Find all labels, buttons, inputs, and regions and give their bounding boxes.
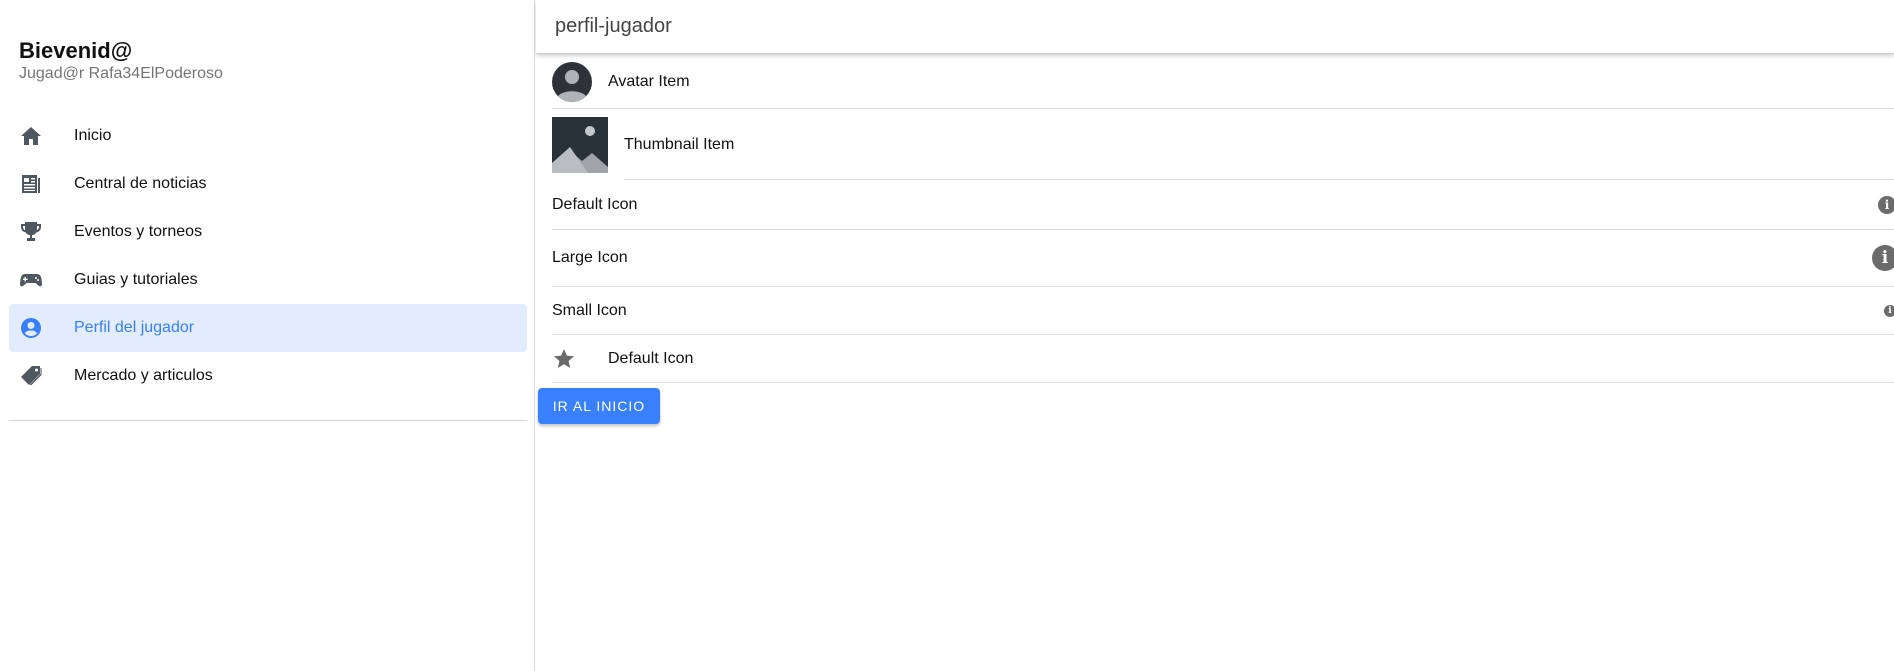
sidebar-divider (9, 420, 527, 421)
page-title: perfil-jugador (555, 15, 672, 37)
list-item-label: Default Icon (608, 349, 694, 367)
welcome-title: Bievenid@ (19, 38, 133, 63)
list-item-thumbnail[interactable]: Thumbnail Item (552, 109, 1894, 180)
player-name: Jugad@r Rafa34ElPoderoso (19, 65, 223, 82)
sidebar-item-mercado[interactable]: Mercado y articulos (9, 352, 527, 400)
sidebar-menu: Inicio Central de noticias Eventos y tor… (9, 112, 527, 400)
list-item-large-icon[interactable]: Large Icon i (552, 230, 1894, 287)
home-icon (19, 124, 43, 148)
list-item-label: Default Icon (552, 195, 638, 213)
list-item-star[interactable]: Default Icon (552, 335, 1894, 383)
sidebar-item-eventos[interactable]: Eventos y torneos (9, 208, 527, 256)
person-circle-icon (19, 316, 43, 340)
list-item-avatar[interactable]: Avatar Item (552, 55, 1894, 109)
sidebar-header: Bievenid@ Jugad@r Rafa34ElPoderoso (19, 38, 223, 84)
star-icon (552, 347, 576, 371)
list-item-label: Large Icon (552, 249, 628, 266)
sidebar-item-label: Guias y tutoriales (74, 271, 198, 288)
main-content: perfil-jugador Avatar Item Thumbnail Ite… (536, 0, 1894, 671)
sidebar-item-label: Eventos y torneos (74, 223, 203, 240)
list-item-small-icon[interactable]: Small Icon i (552, 287, 1894, 335)
list-item-label: Small Icon (552, 301, 627, 319)
sidebar-item-label: Inicio (74, 127, 112, 144)
newspaper-icon (19, 172, 43, 196)
toolbar: perfil-jugador (536, 0, 1894, 54)
go-home-button[interactable]: IR AL INICIO (538, 388, 660, 424)
sidebar-item-inicio[interactable]: Inicio (9, 112, 527, 160)
sidebar: Bievenid@ Jugad@r Rafa34ElPoderoso Inici… (0, 0, 535, 671)
info-icon: i (1878, 195, 1894, 214)
gamepad-icon (19, 268, 43, 292)
info-icon: i (1872, 245, 1894, 271)
sidebar-item-label: Perfil del jugador (74, 319, 195, 336)
pricetags-icon (19, 364, 43, 388)
list-item-label: Thumbnail Item (624, 135, 735, 153)
sidebar-item-label: Central de noticias (74, 175, 207, 192)
list-item-label: Avatar Item (608, 72, 690, 90)
sidebar-item-label: Mercado y articulos (74, 367, 213, 384)
thumbnail-image (552, 116, 608, 173)
list-item-default-icon[interactable]: Default Icon i (552, 180, 1894, 230)
info-icon: i (1884, 304, 1894, 317)
avatar (552, 61, 592, 102)
sidebar-item-guias[interactable]: Guias y tutoriales (9, 256, 527, 304)
sidebar-item-noticias[interactable]: Central de noticias (9, 160, 527, 208)
sidebar-item-perfil[interactable]: Perfil del jugador (9, 304, 527, 352)
item-list: Avatar Item Thumbnail Item Default Icon … (552, 55, 1894, 383)
trophy-icon (19, 220, 43, 244)
